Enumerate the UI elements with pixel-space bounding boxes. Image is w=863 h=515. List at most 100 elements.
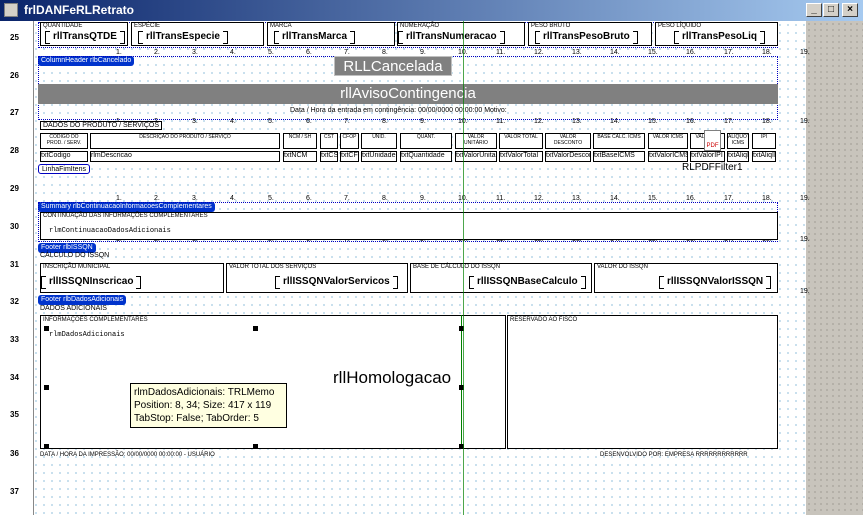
produtos-field-11[interactable]: txtValorICMS — [648, 151, 688, 162]
ruler-mark: 30 — [10, 222, 19, 231]
column-number: 3. — [192, 195, 198, 202]
produtos-field-1[interactable]: rlmDescricao — [90, 151, 280, 162]
column-number: 19. — [800, 118, 810, 125]
produtos-field-12[interactable]: txtValorIPI — [690, 151, 725, 162]
close-button[interactable]: × — [842, 3, 858, 17]
label-aviso-contingencia[interactable]: rllAvisoContingencia — [38, 84, 778, 104]
label-desenvolvido-por[interactable]: DESENVOLVIDO POR: EMPRESA RRRRRRRRRRRR — [600, 452, 748, 458]
band-label-footer-dados[interactable]: Footer rlbDadosAdicionais — [38, 295, 127, 305]
produtos-header-7[interactable]: VALOR UNITÁRIO — [455, 133, 497, 149]
produtos-field-7[interactable]: txtValorUnitario — [455, 151, 497, 162]
maximize-button[interactable]: □ — [823, 3, 839, 17]
column-number: 2. — [154, 195, 160, 202]
tooltip-line-1: rlmDadosAdicionais: TRLMemo — [134, 387, 275, 398]
selection-handle[interactable] — [44, 326, 49, 331]
produtos-header-2[interactable]: NCM / SH — [283, 133, 317, 149]
produtos-field-0[interactable]: txtCodigo — [40, 151, 88, 162]
field-trans-qtde[interactable]: rllTransQTDE — [45, 31, 125, 44]
box-peso-liq[interactable]: PESO LÍQUIDO rllTransPesoLiq — [655, 22, 778, 46]
ruler-mark: 35 — [10, 410, 19, 419]
box-continuacao[interactable]: CONTINUAÇÃO DAS INFORMAÇÕES COMPLEMENTAR… — [40, 212, 778, 240]
ruler-mark: 36 — [10, 449, 19, 458]
produtos-field-9[interactable]: txtValorDesconto — [545, 151, 591, 162]
produtos-field-5[interactable]: txtUnidade — [361, 151, 397, 162]
box-numeracao[interactable]: NUMERAÇÃO rllTransNumeracao — [397, 22, 525, 46]
box-peso-bruto[interactable]: PESO BRUTO rllTransPesoBruto — [528, 22, 652, 46]
produtos-header-6[interactable]: QUANT. — [400, 133, 452, 149]
box-issqn-inscricao[interactable]: INSCRIÇÃO MUNICIPAL rllISSQNInscricao — [40, 263, 224, 293]
produtos-header-13[interactable]: ALÍQUOTAS ICMS — [727, 133, 749, 149]
field-issqn-valor-servicos[interactable]: rllISSQNValorServicos — [275, 276, 398, 289]
column-number: 18. — [762, 49, 772, 56]
produtos-header-4[interactable]: CFOP — [340, 133, 359, 149]
ruler-mark: 37 — [10, 487, 19, 496]
ruler-mark: 29 — [10, 184, 19, 193]
ruler-mark: 26 — [10, 71, 19, 80]
label-reservado-fisco: RESERVADO AO FISCO — [510, 317, 578, 323]
produtos-header-10[interactable]: BASE CÁLC. ICMS — [593, 133, 645, 149]
produtos-header-5[interactable]: UNID. — [361, 133, 397, 149]
produtos-field-14[interactable]: txtAliqIPI — [752, 151, 776, 162]
produtos-header-3[interactable]: CST — [320, 133, 338, 149]
field-issqn-valor[interactable]: rllISSQNValorISSQN — [658, 276, 772, 289]
selection-handle[interactable] — [44, 444, 49, 449]
field-trans-peso-liq[interactable]: rllTransPesoLiq — [673, 31, 766, 44]
selection-handle[interactable] — [253, 444, 258, 449]
field-issqn-base[interactable]: rllISSQNBaseCalculo — [469, 276, 586, 289]
selection-handle[interactable] — [253, 326, 258, 331]
label-canceled[interactable]: RLLCancelada — [334, 56, 452, 76]
box-especie[interactable]: ESPÉCIE rllTransEspecie — [131, 22, 264, 46]
label-info-complementares: INFORMAÇÕES COMPLEMENTARES — [43, 317, 148, 323]
ruler-mark: 28 — [10, 146, 19, 155]
label-data-hora-contingencia[interactable]: Data / Hora da entrada em contingência: … — [290, 107, 507, 114]
field-dados-adicionais[interactable]: rlmDadosAdicionais — [49, 331, 125, 339]
column-number: 14. — [610, 49, 620, 56]
column-number: 4. — [230, 195, 236, 202]
green-guide-line — [461, 315, 462, 449]
produtos-field-4[interactable]: txtCFOP — [340, 151, 359, 162]
column-number: 18. — [762, 195, 772, 202]
produtos-field-13[interactable]: txtAliqICMS — [727, 151, 749, 162]
field-continuacao[interactable]: rlmContinuacaoDadosAdicionais — [49, 227, 171, 235]
box-reservado-fisco[interactable]: RESERVADO AO FISCO — [507, 315, 778, 449]
box-marca[interactable]: MARCA rllTransMarca — [267, 22, 395, 46]
produtos-header-11[interactable]: VALOR ICMS — [648, 133, 688, 149]
box-quantidade[interactable]: QUANTIDADE rllTransQTDE — [40, 22, 128, 46]
label-linha-fim-itens[interactable]: LinhaFimItens — [38, 164, 90, 174]
column-number: 5. — [268, 49, 274, 56]
produtos-header-9[interactable]: VALOR DESCONTO — [545, 133, 591, 149]
produtos-field-3[interactable]: txtCST — [320, 151, 338, 162]
field-trans-marca[interactable]: rllTransMarca — [273, 31, 356, 44]
tooltip-line-3: TabStop: False; TabOrder: 5 — [134, 413, 259, 424]
produtos-field-8[interactable]: txtValorTotal — [499, 151, 543, 162]
field-trans-especie[interactable]: rllTransEspecie — [138, 31, 228, 44]
produtos-header-1[interactable]: DESCRIÇÃO DO PRODUTO / SERVIÇO — [90, 133, 280, 149]
column-number: 12. — [534, 195, 544, 202]
field-trans-numeracao[interactable]: rllTransNumeracao — [398, 31, 505, 44]
field-trans-peso-bruto[interactable]: rllTransPesoBruto — [535, 31, 638, 44]
minimize-button[interactable]: _ — [806, 3, 822, 17]
column-number: 7. — [344, 195, 350, 202]
produtos-field-10[interactable]: txtBaseICMS — [593, 151, 645, 162]
box-issqn-valor-servicos[interactable]: VALOR TOTAL DOS SERVIÇOS rllISSQNValorSe… — [226, 263, 408, 293]
produtos-field-2[interactable]: txtNCM — [283, 151, 317, 162]
column-number: 6. — [306, 195, 312, 202]
produtos-header-14[interactable]: IPI — [752, 133, 776, 149]
produtos-header-0[interactable]: CÓDIGO DO PROD. / SERV. — [40, 133, 88, 149]
column-number: 9. — [420, 49, 426, 56]
produtos-header-8[interactable]: VALOR TOTAL — [499, 133, 543, 149]
dados-adicionais-title: DADOS ADICIONAIS — [40, 305, 107, 312]
label-issqn-valor-servicos: VALOR TOTAL DOS SERVIÇOS — [229, 264, 317, 270]
field-issqn-inscricao[interactable]: rllISSQNInscricao — [40, 276, 143, 289]
column-number: 19. — [800, 288, 810, 295]
box-issqn-valor[interactable]: VALOR DO ISSQN rllISSQNValorISSQN — [594, 263, 778, 293]
column-number: 17. — [724, 49, 734, 56]
label-homologacao[interactable]: rllHomologacao — [333, 368, 451, 388]
label-data-impressao[interactable]: DATA / HORA DA IMPRESSÃO: 00/00/0000 00:… — [40, 452, 215, 458]
column-number: 19. — [800, 195, 810, 202]
pdf-filter-icon[interactable]: PDF — [704, 130, 721, 151]
box-issqn-base[interactable]: BASE DE CÁLCULO DO ISSQN rllISSQNBaseCal… — [410, 263, 592, 293]
produtos-title[interactable]: DADOS DO PRODUTO / SERVIÇOS — [40, 121, 163, 130]
produtos-field-6[interactable]: txtQuantidade — [400, 151, 452, 162]
selection-handle[interactable] — [44, 385, 49, 390]
